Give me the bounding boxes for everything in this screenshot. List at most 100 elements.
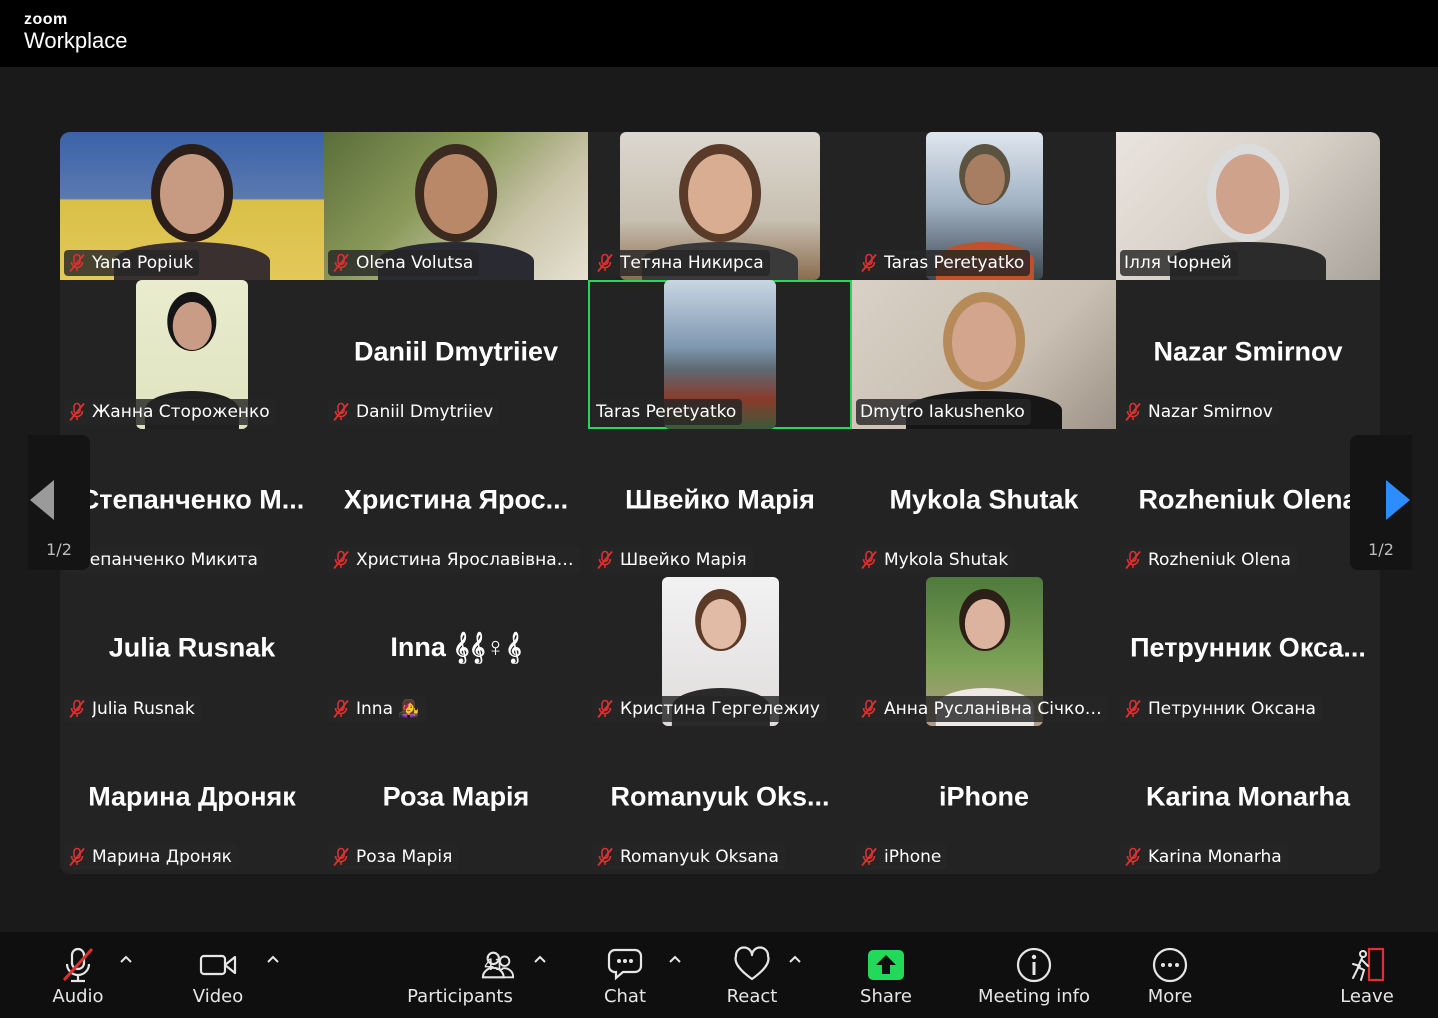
participants-button[interactable]: Participants <box>405 932 515 1018</box>
participant-name-label: Olena Volutsa <box>328 250 480 277</box>
participant-name-label: Mykola Shutak <box>856 547 1015 574</box>
participant-name: Христина Ярославівна Т... <box>356 550 574 571</box>
participant-name-label: Кристина Гергележиу <box>592 695 826 722</box>
participant-face <box>160 154 224 234</box>
participant-tile[interactable]: Ілля Чорней <box>1116 132 1380 281</box>
participant-name: Тетяна Никирса <box>620 253 764 274</box>
microphone-muted-icon <box>333 550 349 570</box>
react-button[interactable]: React <box>722 932 782 1018</box>
participant-display-name: Петрунник Окса... <box>1130 632 1366 663</box>
share-screen-icon <box>868 950 904 980</box>
participant-name: iPhone <box>884 846 942 867</box>
participant-name: Olena Volutsa <box>356 253 474 274</box>
participant-tile[interactable]: Inna 𝄞𝄞♀𝄞 Inna 👩‍🎤 <box>324 577 588 726</box>
participant-tile[interactable]: Yana Popiuk <box>60 132 324 281</box>
chat-button[interactable]: Chat <box>595 932 655 1018</box>
participant-tile[interactable]: Dmytro Iakushenko <box>852 280 1116 429</box>
video-options-caret-icon[interactable] <box>266 952 280 966</box>
next-page-button[interactable]: 1/2 <box>1350 435 1412 570</box>
participant-tile[interactable]: Julia Rusnak Julia Rusnak <box>60 577 324 726</box>
more-label: More <box>1147 986 1193 1007</box>
video-button[interactable]: Video <box>180 932 256 1018</box>
microphone-muted-icon <box>69 402 85 421</box>
participant-display-name: Степанченко М... <box>79 484 305 515</box>
react-options-caret-icon[interactable] <box>788 952 802 966</box>
participant-name-label: Христина Ярославівна Т... <box>328 547 580 574</box>
participant-name-label: Марина Дроняк <box>64 843 238 870</box>
participant-display-name: Роза Марія <box>382 781 530 812</box>
previous-page-button[interactable]: 1/2 <box>28 435 90 570</box>
page-indicator-right: 1/2 <box>1368 540 1394 559</box>
participant-display-name: Швейко Марія <box>625 484 815 515</box>
participant-name: Nazar Smirnov <box>1148 401 1273 422</box>
microphone-muted-icon <box>597 550 613 570</box>
participant-tile[interactable]: Mykola Shutak Mykola Shutak <box>852 428 1116 578</box>
participant-tile[interactable]: Жанна Стороженко <box>60 280 324 429</box>
more-icon <box>1152 947 1188 983</box>
logo-workplace-text: Workplace <box>24 28 128 53</box>
participant-tile[interactable]: Петрунник Окса... Петрунник Оксана <box>1116 577 1380 726</box>
participants-options-caret-icon[interactable] <box>533 952 547 966</box>
participant-name: Taras Peretyatko <box>596 401 737 422</box>
top-bar: zoom Workplace <box>0 0 1438 67</box>
microphone-muted-icon <box>333 402 349 421</box>
participant-gallery: Yana Popiuk Olena Volutsa Тетяна Никирса… <box>60 132 1380 874</box>
microphone-muted-icon <box>333 699 349 718</box>
microphone-muted-icon <box>861 847 877 867</box>
participant-tile[interactable]: Анна Русланівна Січков... <box>852 577 1116 726</box>
participant-name: Yana Popiuk <box>92 253 194 274</box>
microphone-muted-icon <box>861 254 877 273</box>
participant-name-label: Nazar Smirnov <box>1120 398 1279 425</box>
chat-options-caret-icon[interactable] <box>668 952 682 966</box>
participant-tile[interactable]: Nazar Smirnov Nazar Smirnov <box>1116 280 1380 429</box>
participant-tile[interactable]: Karina Monarha Karina Monarha <box>1116 725 1380 874</box>
more-button[interactable]: More <box>1140 932 1200 1018</box>
participant-tile[interactable]: Romanyuk Oks... Romanyuk Oksana <box>588 725 852 874</box>
share-button[interactable]: Share <box>856 932 916 1018</box>
participant-face <box>688 154 752 234</box>
participant-name: Степанченко Микита <box>68 550 258 571</box>
participant-tile[interactable]: Olena Volutsa <box>324 132 588 281</box>
participant-tile[interactable]: Taras Peretyatko <box>588 280 852 429</box>
heart-icon <box>734 946 770 981</box>
participant-tile[interactable]: Швейко Марія Швейко Марія <box>588 428 852 578</box>
participant-tile[interactable]: Rozheniuk Olena Rozheniuk Olena <box>1116 428 1380 578</box>
participant-name: Анна Русланівна Січков... <box>884 698 1102 719</box>
participant-display-name: iPhone <box>938 781 1029 812</box>
leave-button[interactable]: Leave <box>1337 932 1397 1018</box>
participant-name-label: Петрунник Оксана <box>1120 695 1322 722</box>
leave-label: Leave <box>1340 986 1394 1007</box>
participant-name: Julia Rusnak <box>92 698 195 719</box>
participant-face <box>700 599 741 650</box>
participant-tile[interactable]: Тетяна Никирса <box>588 132 852 281</box>
audio-options-caret-icon[interactable] <box>119 952 133 966</box>
participant-tile[interactable]: Роза Марія Роза Марія <box>324 725 588 874</box>
participant-tile[interactable]: Taras Peretyatko <box>852 132 1116 281</box>
participant-name-label: Romanyuk Oksana <box>592 843 785 870</box>
participant-face <box>964 154 1005 205</box>
microphone-muted-icon <box>333 254 349 273</box>
participant-name: Кристина Гергележиу <box>620 698 820 719</box>
chat-icon <box>607 948 643 981</box>
participant-display-name: Julia Rusnak <box>108 632 276 663</box>
participant-name-label: Yana Popiuk <box>64 250 200 277</box>
participant-tile[interactable]: iPhone iPhone <box>852 725 1116 874</box>
participant-display-name: Mykola Shutak <box>889 484 1079 515</box>
meeting-info-button[interactable]: Meeting info <box>975 932 1093 1018</box>
microphone-muted-icon <box>597 699 613 718</box>
participant-name: Швейко Марія <box>620 550 747 571</box>
microphone-muted-icon <box>69 699 85 718</box>
share-label: Share <box>860 986 912 1007</box>
microphone-muted-icon <box>861 699 877 718</box>
participant-tile[interactable]: Степанченко М... Степанченко Микита <box>60 428 324 578</box>
participant-tile[interactable]: Кристина Гергележиу <box>588 577 852 726</box>
participant-tile[interactable]: Марина Дроняк Марина Дроняк <box>60 725 324 874</box>
microphone-muted-icon <box>333 847 349 867</box>
participant-name: Роза Марія <box>356 846 453 867</box>
participant-name-label: Швейко Марія <box>592 547 753 574</box>
participant-name: Петрунник Оксана <box>1148 698 1316 719</box>
participant-tile[interactable]: Христина Ярос... Христина Ярославівна Т.… <box>324 428 588 578</box>
audio-button[interactable]: Audio <box>40 932 116 1018</box>
participant-tile[interactable]: Daniil Dmytriiev Daniil Dmytriiev <box>324 280 588 429</box>
participant-display-name: Inna 𝄞𝄞♀𝄞 <box>390 632 522 663</box>
